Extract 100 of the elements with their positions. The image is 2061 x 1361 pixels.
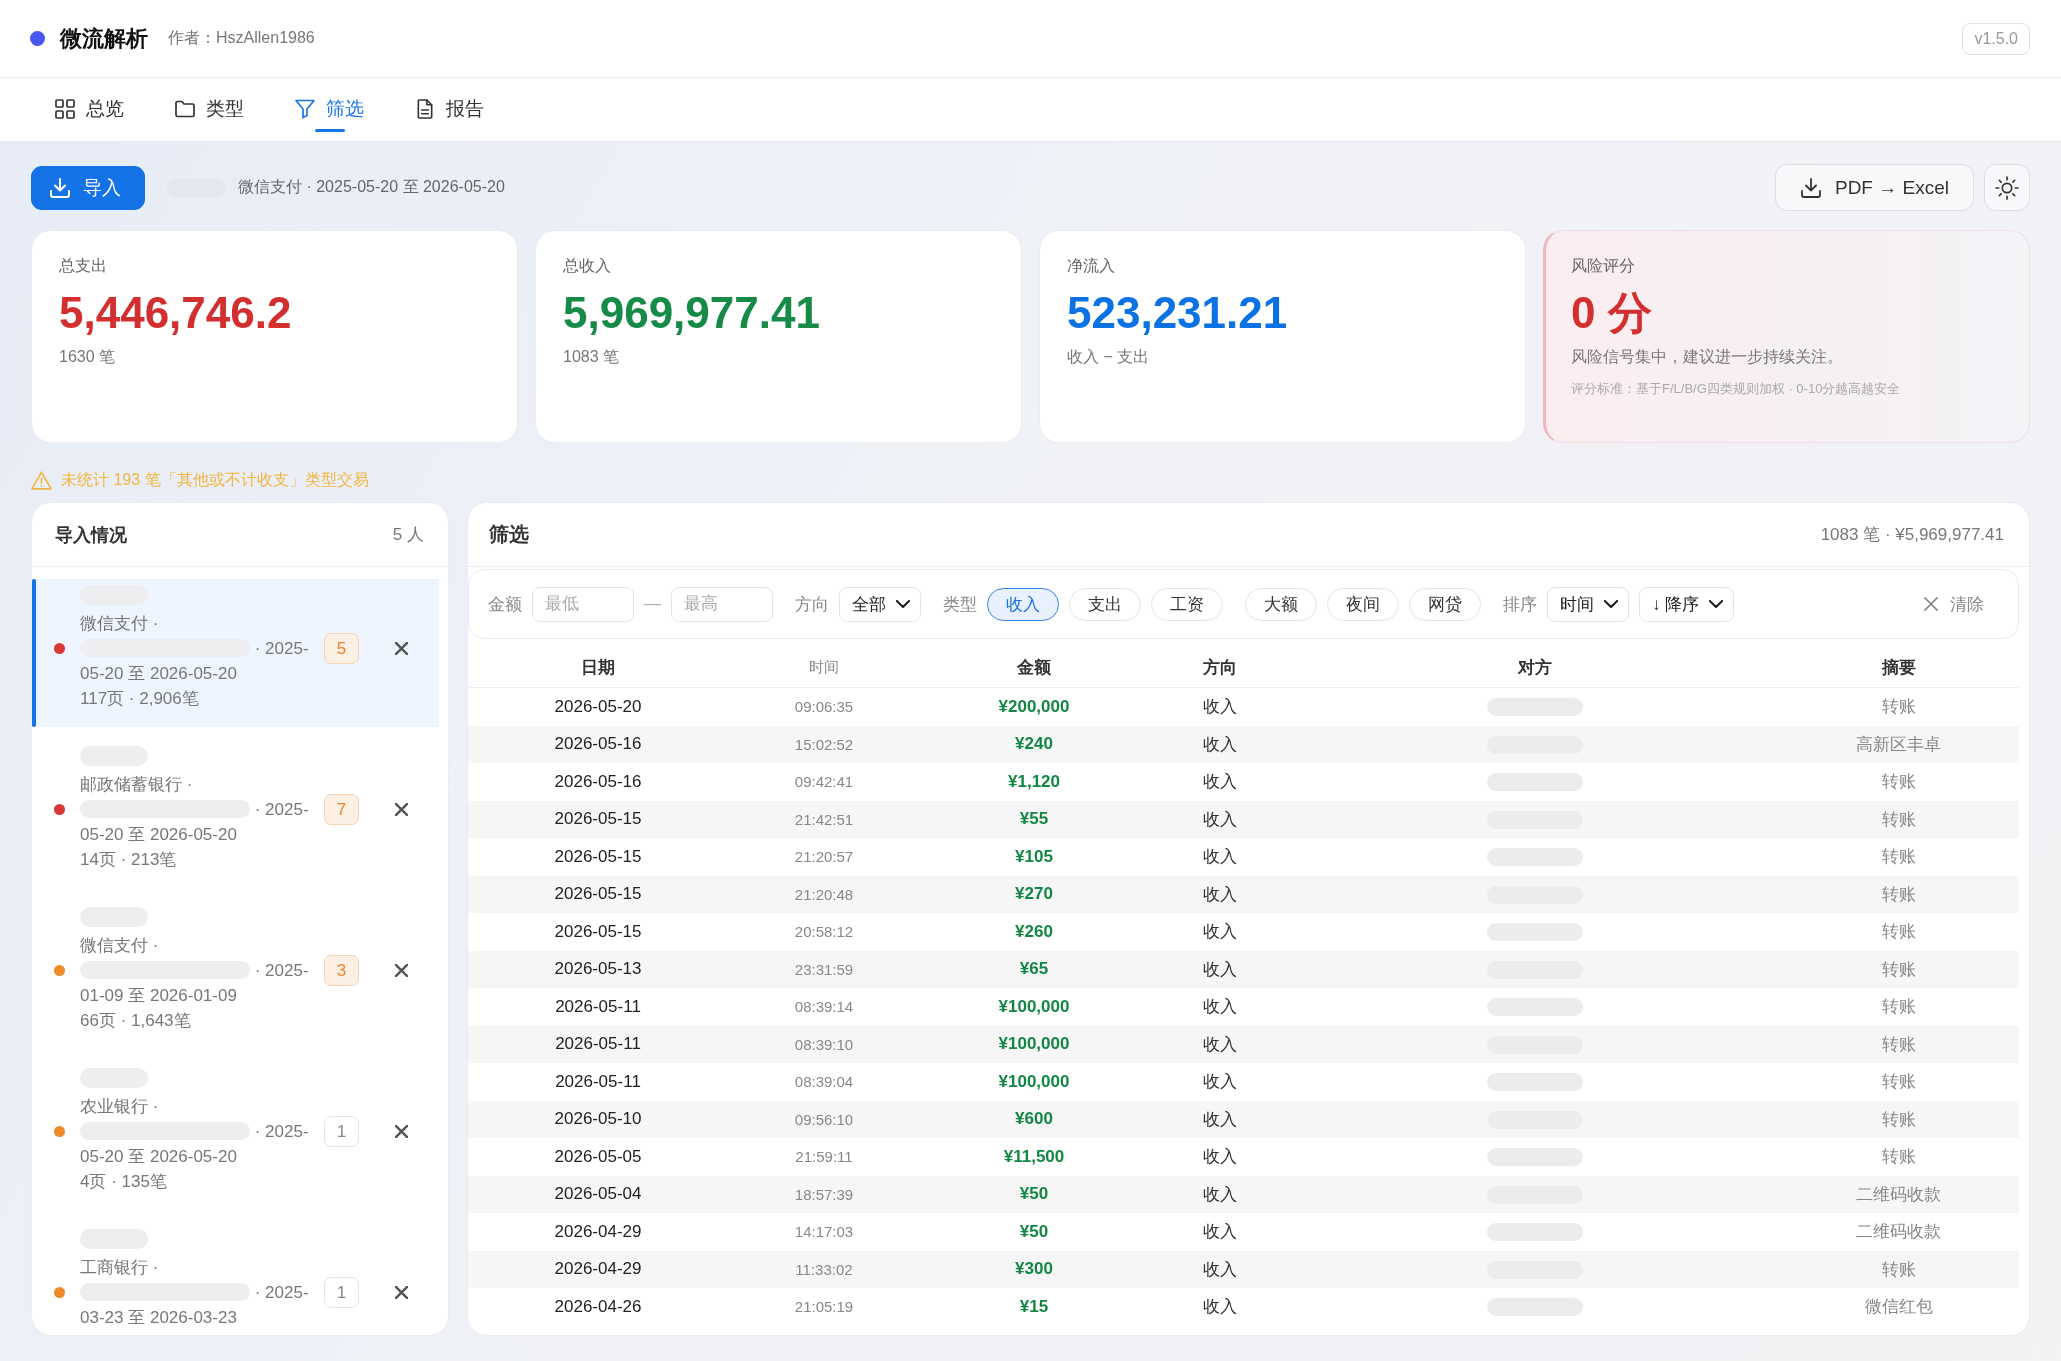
close-icon[interactable] [395,1125,408,1138]
sort-order-select[interactable]: ↓ 降序 [1639,586,1735,622]
tab[interactable]: 总览 [55,78,124,141]
time-text: 23:31:59 [794,960,854,978]
direction-text: 收入 [1203,772,1237,792]
direction-text: 收入 [1203,1072,1237,1092]
summary-text: 转账 [1881,884,1916,904]
import-item[interactable]: 微信支付 · · 2025-05-20 至 2026-05-20 117页 · 2,906笔 5 [32,579,439,727]
type-chip[interactable]: 工资 [1151,587,1223,621]
column-header: 对方 [1518,657,1552,677]
pdf-to-excel-button[interactable]: PDF → Excel [1774,164,1974,211]
date-text: 2026-05-15 [554,846,642,866]
import-button[interactable]: 导入 [31,165,145,210]
date-text: 2026-05-11 [555,996,641,1016]
amount-text: ¥270 [1015,884,1053,904]
summary-text: 转账 [1881,1259,1916,1279]
column-header: 时间 [809,657,839,675]
app-title: 微流解析 [60,24,148,53]
summary-text: 转账 [1881,997,1916,1017]
close-icon[interactable] [395,803,408,816]
sun-icon [1995,175,2019,200]
stat-label: 总支出 [59,256,108,276]
summary-text: 微信红包 [1864,1297,1933,1317]
tab[interactable]: 报告 [415,78,484,141]
import-item[interactable]: 工商银行 · · 2025-03-23 至 2026-03-23 1 [32,1223,439,1335]
summary-text: 转账 [1881,1072,1916,1092]
tab[interactable]: 类型 [175,78,244,141]
direction-text: 收入 [1203,1222,1237,1242]
import-stats-text: 117页 · 2,906笔 [80,688,200,710]
filter-label: 排序 [1503,593,1537,616]
direction-select[interactable]: 全部 [839,586,921,622]
chevron-down-icon [896,600,910,608]
import-source-text: 工商银行 · · 2025-03-23 至 2026-03-23 [80,1257,310,1329]
import-stats-text: 14页 · 213笔 [80,849,178,871]
stat-value: 5,446,746.2 [59,287,293,339]
chevron-down-icon [1709,600,1724,608]
document-icon [415,98,435,119]
amount-text: ¥100,000 [998,1071,1070,1091]
direction-text: 收入 [1203,884,1237,904]
close-icon[interactable] [395,964,408,977]
amount-text: ¥260 [1015,921,1053,941]
filter-label: 金额 [488,593,522,616]
date-text: 2026-05-16 [554,734,642,754]
max-amount-field[interactable]: 最高 [671,586,773,622]
import-item[interactable]: 微信支付 · · 2025-01-09 至 2026-01-09 66页 · 1,643笔 3 [32,901,439,1049]
grid-icon [55,98,75,119]
tag-chip[interactable]: 大额 [1245,587,1317,621]
date-text: 2026-05-20 [554,696,642,716]
close-icon[interactable] [395,1286,408,1299]
summary-text: 二维码收款 [1856,1184,1941,1204]
type-chip[interactable]: 收入 [987,587,1059,621]
import-source-text: 农业银行 · · 2025-05-20 至 2026-05-20 [80,1096,310,1168]
source-summary-text: 微信支付 · 2025-05-20 至 2026-05-20 [238,177,505,197]
summary-text: 转账 [1881,1147,1916,1167]
theme-toggle-button[interactable] [1984,164,2030,211]
count-badge: 1 [324,1116,359,1147]
tag-chip[interactable]: 网贷 [1409,587,1481,621]
tab[interactable]: 筛选 [295,78,364,141]
amount-text: ¥100,000 [998,1034,1070,1054]
date-text: 2026-05-16 [554,771,642,791]
column-header: 方向 [1203,657,1237,677]
download-icon [50,177,70,198]
type-chip[interactable]: 支出 [1069,587,1141,621]
range-dash: — [644,594,661,614]
amount-text: ¥100,000 [998,996,1070,1016]
amount-text: ¥240 [1015,734,1053,754]
risk-advice-text: 风险信号集中，建议进一步持续关注。 [1571,347,1844,367]
amount-text: ¥105 [1015,846,1053,866]
import-item[interactable]: 邮政储蓄银行 · · 2025-05-20 至 2026-05-20 14页 · 213笔 7 [32,740,439,888]
time-text: 09:56:10 [794,1110,854,1128]
date-text: 2026-05-11 [555,1034,641,1054]
direction-text: 收入 [1203,997,1237,1017]
import-stats-text: 4页 · 135笔 [80,1171,168,1193]
close-icon[interactable] [395,642,408,655]
direction-text: 收入 [1203,734,1237,754]
direction-text: 收入 [1203,697,1237,717]
min-amount-field[interactable]: 最低 [532,586,634,622]
result-summary-text: 1083 笔 · ¥5,969,977.41 [1820,524,2004,546]
time-text: 08:39:14 [794,998,854,1016]
direction-text: 收入 [1203,847,1237,867]
sort-field-select[interactable]: 时间 [1547,586,1629,622]
direction-text: 收入 [1203,1034,1237,1054]
filter-label: 方向 [795,593,829,616]
date-text: 2026-05-05 [554,1146,642,1166]
stat-caption: 1630 笔 [59,347,117,367]
date-text: 2026-04-26 [554,1296,642,1316]
clear-button[interactable]: 清除 [1924,592,1998,616]
import-item[interactable]: 农业银行 · · 2025-05-20 至 2026-05-20 4页 · 135笔 1 [32,1062,439,1210]
stat-value: 523,231.21 [1067,287,1289,339]
author-text: 作者：HszAllen1986 [168,28,315,48]
warning-text: 未统计 193 笔「其他或不计收支」类型交易 [61,469,369,490]
filter-label: 类型 [943,593,977,616]
import-source-text: 微信支付 · · 2025-05-20 至 2026-05-20 [80,613,310,685]
summary-text: 转账 [1881,809,1916,829]
time-text: 15:02:52 [794,735,854,753]
time-text: 09:06:35 [794,698,854,716]
tag-chip[interactable]: 夜间 [1327,587,1399,621]
direction-text: 收入 [1203,1297,1237,1317]
panel-title: 导入情况 [55,523,127,547]
direction-text: 收入 [1203,1147,1237,1167]
